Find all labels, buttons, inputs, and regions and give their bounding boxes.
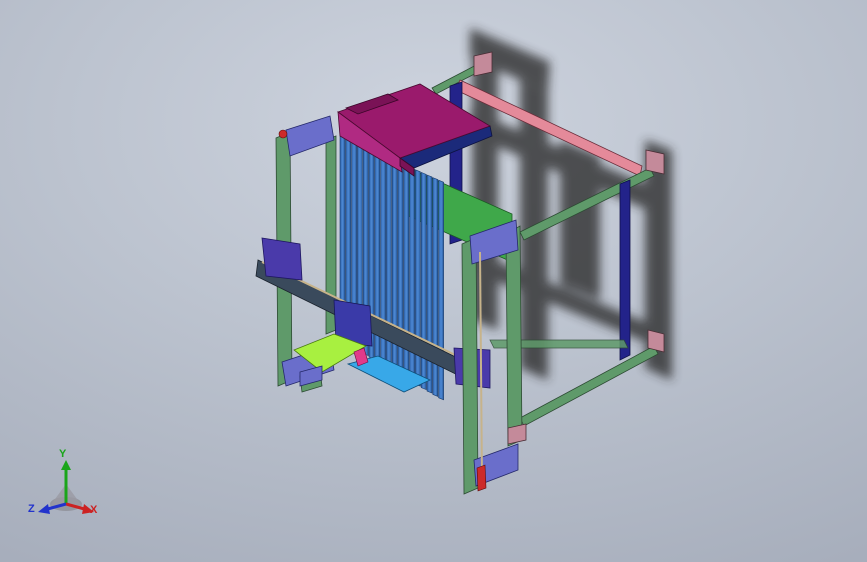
right-bracket-bottom <box>647 329 665 353</box>
y-axis-label: Y <box>59 448 67 460</box>
screw-red-cap <box>476 464 487 492</box>
axis-triad: Y Z X <box>26 448 106 524</box>
x-axis-label: X <box>90 504 98 516</box>
right-post-back <box>505 225 523 447</box>
z-axis-label: Z <box>28 503 35 515</box>
back-top-bracket <box>473 51 493 77</box>
right-post-front <box>461 237 479 495</box>
right-mid-bracket <box>507 423 527 445</box>
assembly-model[interactable] <box>0 0 867 562</box>
z-axis-arrow <box>38 504 50 514</box>
left-gantry-block <box>261 237 303 281</box>
right-dark-post <box>619 179 631 361</box>
cad-viewport[interactable]: Y Z X <box>0 0 867 562</box>
left-post-cap <box>278 129 288 139</box>
right-bracket-top <box>645 149 665 175</box>
back-wall-shadow <box>470 28 672 380</box>
y-axis-arrow <box>61 460 71 470</box>
